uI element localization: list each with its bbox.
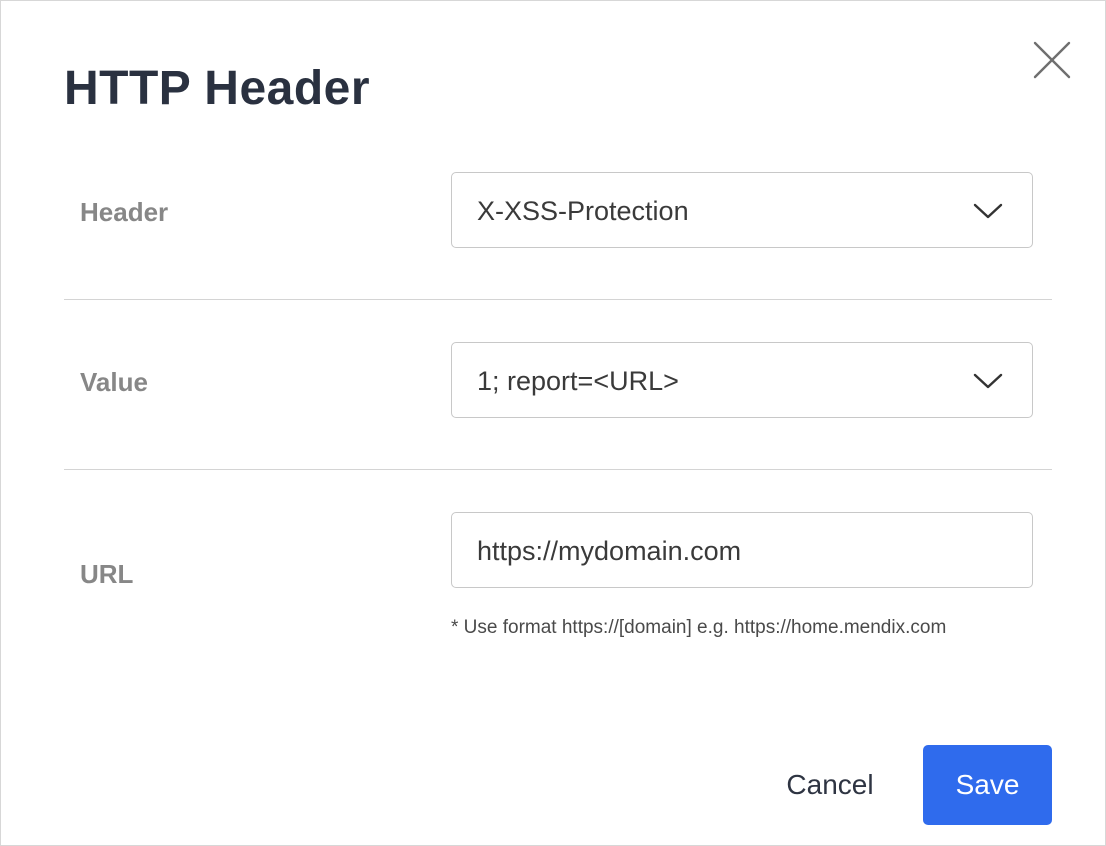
- url-input-value: https://mydomain.com: [477, 536, 742, 566]
- header-select[interactable]: X-XSS-Protection: [451, 172, 1033, 248]
- value-select-value: 1; report=<URL>: [477, 366, 679, 396]
- chevron-down-icon: [972, 200, 1004, 222]
- divider: [64, 299, 1052, 300]
- divider: [64, 469, 1052, 470]
- chevron-down-icon: [972, 370, 1004, 392]
- header-label: Header: [80, 197, 169, 227]
- save-button[interactable]: Save: [923, 745, 1052, 825]
- header-select-value: X-XSS-Protection: [477, 196, 689, 226]
- http-header-dialog: HTTP Header Header X-XSS-Protection Valu…: [0, 0, 1106, 846]
- dialog-title: HTTP Header: [64, 62, 371, 115]
- value-select[interactable]: 1; report=<URL>: [451, 342, 1033, 418]
- cancel-button[interactable]: Cancel: [771, 745, 889, 825]
- url-label: URL: [80, 559, 134, 589]
- value-label: Value: [80, 367, 148, 397]
- url-input[interactable]: https://mydomain.com: [451, 512, 1033, 588]
- close-icon[interactable]: [1031, 39, 1073, 81]
- url-format-hint: * Use format https://[domain] e.g. https…: [451, 617, 947, 638]
